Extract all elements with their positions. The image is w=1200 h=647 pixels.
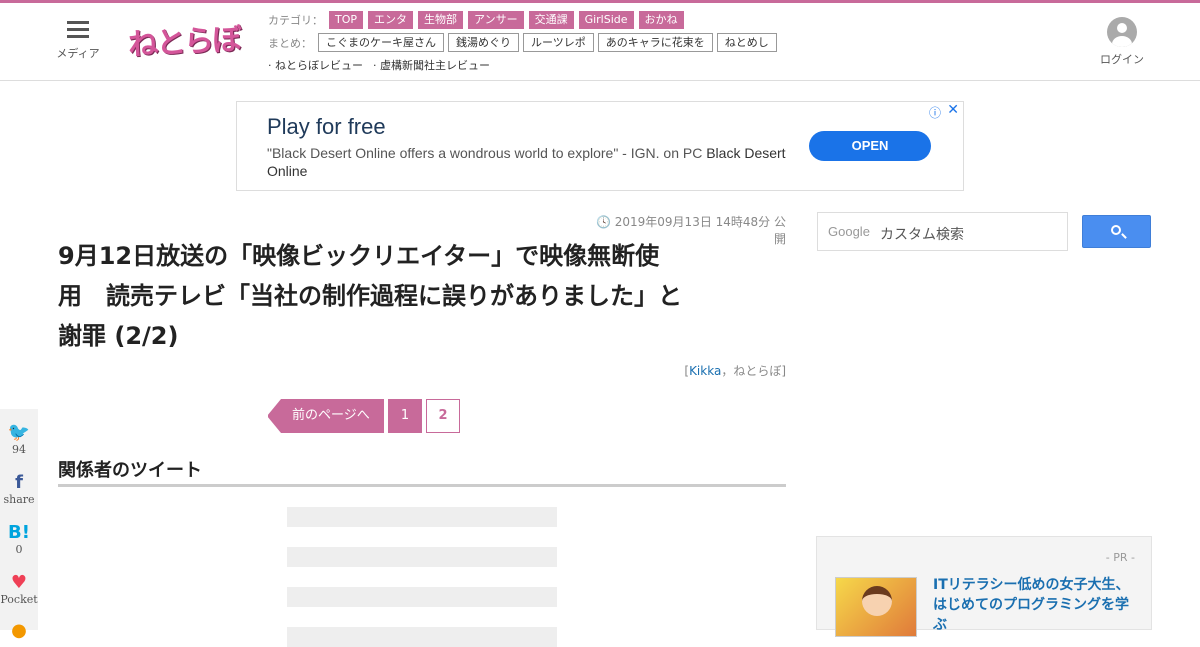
ad-info-icon[interactable]: ⓘ xyxy=(929,104,941,121)
site-header: メディア ねとらぼ カテゴリ： TOP エンタ 生物部 アンサー 交通課 Gir… xyxy=(0,3,1200,81)
ad-description: "Black Desert Online offers a wondrous w… xyxy=(267,144,787,180)
twitter-share[interactable]: 🐦 94 xyxy=(0,422,38,457)
matome-tag[interactable]: 銭湯めぐり xyxy=(448,33,519,52)
category-key: カテゴリ： xyxy=(268,14,323,27)
category-tag[interactable]: おかね xyxy=(638,11,684,29)
ad-open-button[interactable]: OPEN xyxy=(809,131,931,161)
category-tag[interactable]: GirlSide xyxy=(578,11,634,29)
rss-icon: ● xyxy=(11,620,27,641)
ad-close-icon[interactable]: ✕ xyxy=(947,102,959,118)
facebook-share[interactable]: f share xyxy=(0,472,38,507)
search-placeholder: カスタム検索 xyxy=(880,227,964,243)
category-nav: カテゴリ： TOP エンタ 生物部 アンサー 交通課 GirlSide おかね xyxy=(268,11,689,29)
section-heading: 関係者のツイート xyxy=(58,456,786,487)
twitter-icon: 🐦 xyxy=(7,422,31,443)
ad-banner[interactable]: Play for free "Black Desert Online offer… xyxy=(236,101,964,191)
pr-thumbnail[interactable] xyxy=(835,577,917,637)
google-brand: Google xyxy=(828,224,870,239)
matome-tag[interactable]: あのキャラに花束を xyxy=(597,33,713,52)
loading-placeholder xyxy=(287,547,557,567)
hamburger-icon xyxy=(67,21,89,39)
ad-title[interactable]: Play for free xyxy=(267,114,386,140)
login-label: ログイン xyxy=(1100,53,1144,66)
share-bar: 🐦 94 f share B! 0 ♥ Pocket ● xyxy=(0,409,38,641)
menu-button[interactable]: メディア xyxy=(56,21,100,61)
review-link[interactable]: · ねとらぼレビュー xyxy=(268,57,363,73)
byline: [Kikka，ねとらぼ] xyxy=(684,364,786,378)
matome-key: まとめ： xyxy=(268,36,312,50)
matome-tag[interactable]: こぐまのケーキ屋さん xyxy=(318,33,444,52)
loading-placeholder xyxy=(287,507,557,527)
category-tag[interactable]: TOP xyxy=(329,11,364,29)
pr-box: - PR - ITリテラシー低めの女子大生、はじめてのプログラミングを学ぶ xyxy=(816,536,1152,637)
pocket-icon: ♥ xyxy=(10,572,28,593)
hatena-share[interactable]: B! 0 xyxy=(0,522,38,557)
page-1[interactable]: 1 xyxy=(388,399,422,433)
search-icon xyxy=(1111,225,1121,235)
review-links: · ねとらぼレビュー · 虚構新聞社主レビュー xyxy=(268,57,500,73)
menu-label: メディア xyxy=(56,47,100,60)
login-button[interactable]: ログイン xyxy=(1098,17,1146,67)
loading-placeholder xyxy=(287,587,557,607)
matome-tag[interactable]: ルーツレポ xyxy=(523,33,594,52)
ad-quote: "Black Desert Online offers a wondrous w… xyxy=(267,145,703,161)
prev-page-button[interactable]: 前のページへ xyxy=(267,399,384,433)
category-tag[interactable]: 交通課 xyxy=(528,11,574,29)
category-tag[interactable]: エンタ xyxy=(368,11,414,29)
facebook-icon: f xyxy=(15,472,23,493)
pocket-share[interactable]: ♥ Pocket xyxy=(0,572,38,607)
review-link[interactable]: · 虚構新聞社主レビュー xyxy=(373,57,490,73)
site-logo[interactable]: ねとらぼ xyxy=(127,14,241,64)
article-title: 9月12日放送の「映像ビックリエイター」で映像無断使 用 読売テレビ「当社の制作… xyxy=(58,242,682,350)
page-2[interactable]: 2 xyxy=(426,399,460,433)
pr-label: - PR - xyxy=(1105,551,1135,564)
loading-placeholder xyxy=(287,627,557,647)
rss-share[interactable]: ● xyxy=(0,621,38,641)
pagination: 前のページへ 1 2 xyxy=(267,399,464,433)
user-icon xyxy=(1107,17,1137,47)
pr-link[interactable]: ITリテラシー低めの女子大生、はじめてのプログラミングを学ぶ xyxy=(933,575,1139,635)
search-input[interactable]: Google カスタム検索 xyxy=(817,212,1068,251)
matome-tag[interactable]: ねとめし xyxy=(716,33,777,52)
category-tag[interactable]: 生物部 xyxy=(418,11,464,29)
matome-nav: まとめ： こぐまのケーキ屋さん 銭湯めぐり ルーツレポ あのキャラに花束を ねと… xyxy=(268,33,781,52)
category-tag[interactable]: アンサー xyxy=(468,11,524,29)
hatena-icon: B! xyxy=(8,522,30,543)
search-button[interactable] xyxy=(1082,215,1151,248)
author-link[interactable]: Kikka xyxy=(689,364,721,378)
